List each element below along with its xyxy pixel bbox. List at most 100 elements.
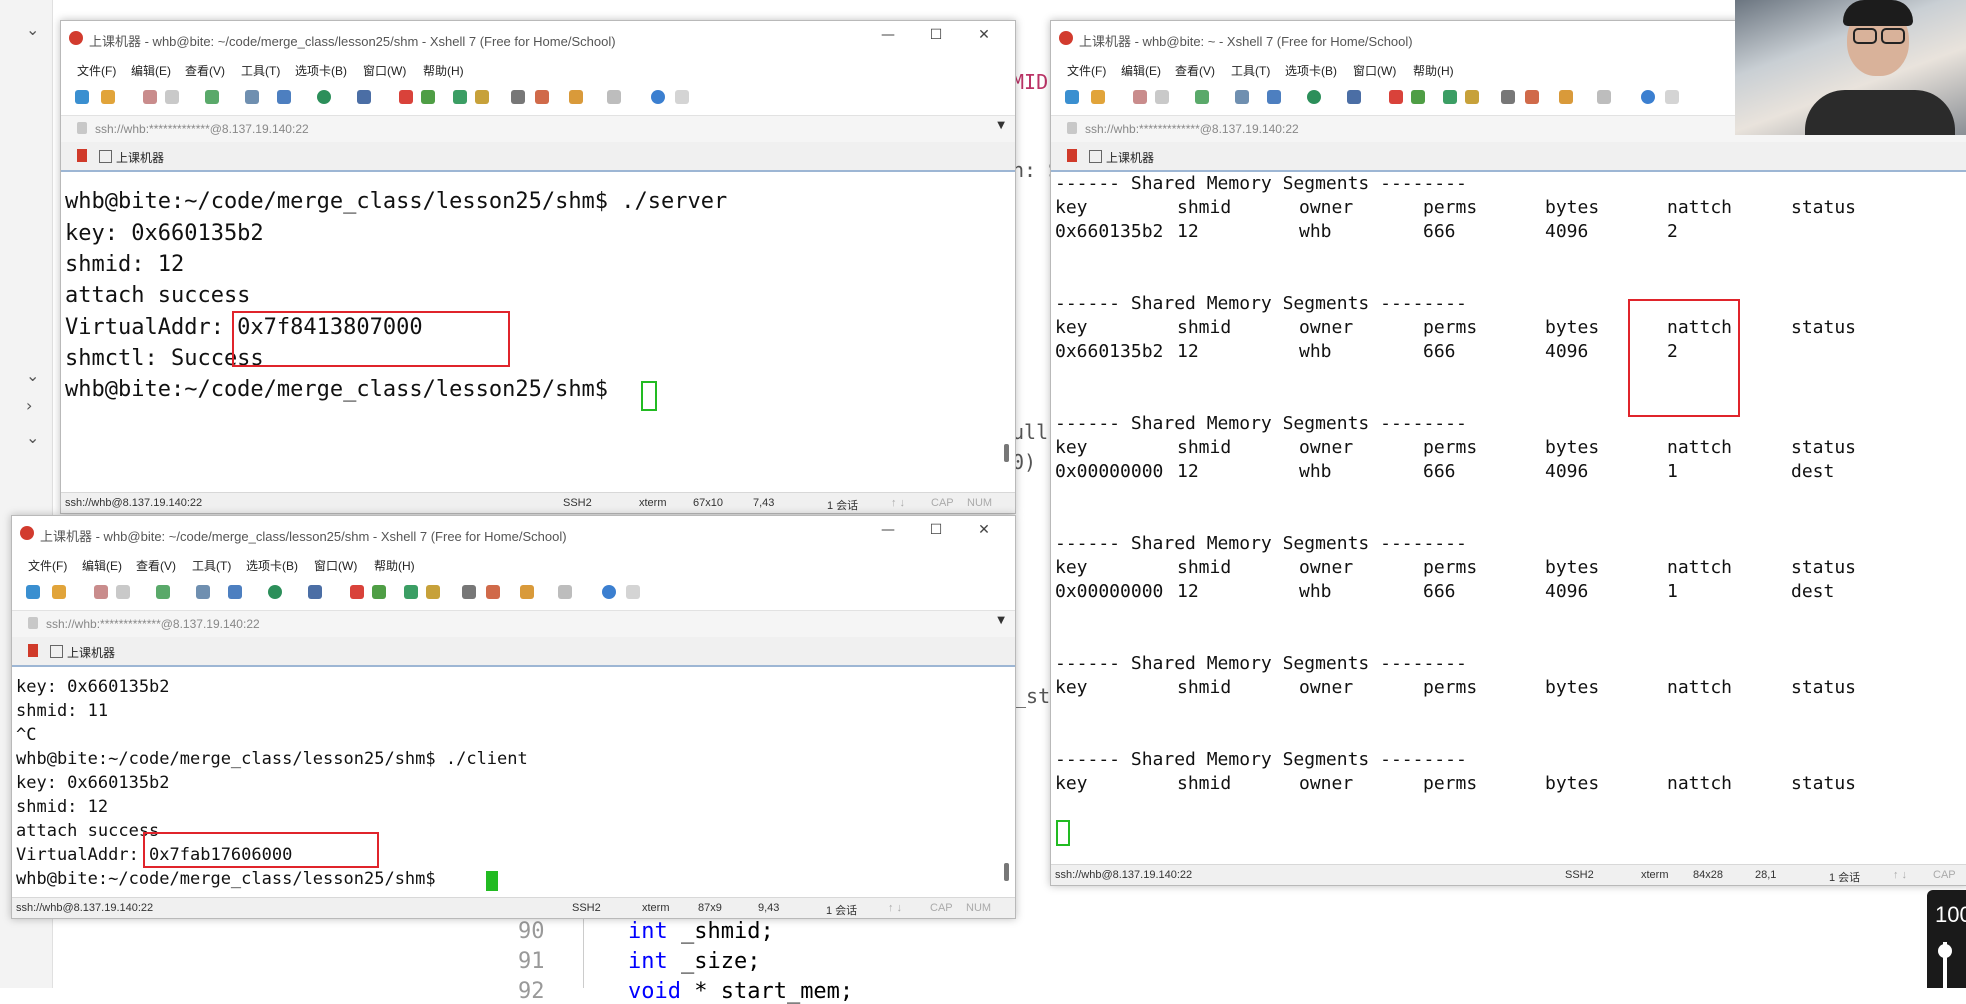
menu-item-edit[interactable]: 编辑(E) bbox=[1121, 62, 1161, 79]
xftp-icon[interactable] bbox=[399, 90, 413, 104]
font-icon[interactable] bbox=[1347, 90, 1361, 104]
highlight-icon[interactable] bbox=[486, 585, 500, 599]
chevron-right-icon[interactable]: › bbox=[26, 396, 32, 415]
font-icon[interactable] bbox=[308, 585, 322, 599]
menu-item-file[interactable]: 文件(F) bbox=[1067, 62, 1106, 79]
status-sessions[interactable]: 1 会话 bbox=[827, 497, 858, 513]
layout-icon[interactable] bbox=[1597, 90, 1611, 104]
terminal-output[interactable]: whb@bite:~/code/merge_class/lesson25/shm… bbox=[61, 172, 1015, 491]
open-folder-icon[interactable] bbox=[101, 90, 115, 104]
highlight-icon[interactable] bbox=[535, 90, 549, 104]
highlight-icon[interactable] bbox=[1525, 90, 1539, 104]
help-icon[interactable] bbox=[602, 585, 616, 599]
tab-session[interactable]: 上课机器 bbox=[50, 644, 115, 661]
menu-item-window[interactable]: 窗口(W) bbox=[363, 62, 406, 79]
find-icon[interactable] bbox=[196, 585, 210, 599]
script-icon[interactable] bbox=[1411, 90, 1425, 104]
terminal-output[interactable]: key: 0x660135b2 shmid: 11 ^C whb@bite:~/… bbox=[12, 667, 1015, 896]
transfer-icon[interactable] bbox=[277, 90, 291, 104]
menu-item-window[interactable]: 窗口(W) bbox=[1353, 62, 1396, 79]
reconnect-icon[interactable] bbox=[1195, 90, 1209, 104]
fullscreen-icon[interactable] bbox=[453, 90, 467, 104]
menu-item-tabs[interactable]: 选项卡(B) bbox=[1285, 62, 1337, 79]
menu-item-view[interactable]: 查看(V) bbox=[136, 557, 176, 574]
transfer-icon[interactable] bbox=[228, 585, 242, 599]
chevron-down-icon[interactable]: ▼ bbox=[997, 120, 1005, 131]
scrollbar-thumb[interactable] bbox=[1004, 444, 1009, 462]
maximize-icon[interactable]: ☐ bbox=[923, 27, 949, 51]
menu-item-tools[interactable]: 工具(T) bbox=[1231, 62, 1270, 79]
minimize-icon[interactable]: — bbox=[875, 522, 901, 546]
disconnect-icon[interactable] bbox=[165, 90, 179, 104]
reconnect-icon[interactable] bbox=[156, 585, 170, 599]
xftp-icon[interactable] bbox=[1389, 90, 1403, 104]
menu-item-help[interactable]: 帮助(H) bbox=[423, 62, 464, 79]
close-icon[interactable]: ✕ bbox=[971, 27, 997, 51]
minimize-icon[interactable]: — bbox=[875, 27, 901, 51]
chevron-down-icon[interactable]: ▼ bbox=[997, 615, 1005, 626]
keyboard-icon[interactable] bbox=[462, 585, 476, 599]
menu-item-tools[interactable]: 工具(T) bbox=[241, 62, 280, 79]
status-sessions[interactable]: 1 会话 bbox=[826, 902, 857, 918]
menu-item-help[interactable]: 帮助(H) bbox=[374, 557, 415, 574]
open-folder-icon[interactable] bbox=[52, 585, 66, 599]
layout-icon[interactable] bbox=[607, 90, 621, 104]
session-address[interactable]: ssh://whb:*************@8.137.19.140:22 bbox=[46, 617, 260, 631]
fullscreen-icon[interactable] bbox=[404, 585, 418, 599]
new-session-icon[interactable] bbox=[1065, 90, 1079, 104]
menu-item-edit[interactable]: 编辑(E) bbox=[131, 62, 171, 79]
find-icon[interactable] bbox=[245, 90, 259, 104]
chat-icon[interactable] bbox=[626, 585, 640, 599]
lock-icon[interactable] bbox=[1465, 90, 1479, 104]
connect-icon[interactable] bbox=[94, 585, 108, 599]
keyboard-icon[interactable] bbox=[511, 90, 525, 104]
globe-icon[interactable] bbox=[268, 585, 282, 599]
script-icon[interactable] bbox=[372, 585, 386, 599]
tab-session[interactable]: 上课机器 bbox=[99, 149, 164, 166]
help-icon[interactable] bbox=[1641, 90, 1655, 104]
menu-item-view[interactable]: 查看(V) bbox=[185, 62, 225, 79]
keyboard-icon[interactable] bbox=[1501, 90, 1515, 104]
menu-item-tools[interactable]: 工具(T) bbox=[192, 557, 231, 574]
maximize-icon[interactable]: ☐ bbox=[923, 522, 949, 546]
session-address[interactable]: ssh://whb:*************@8.137.19.140:22 bbox=[95, 122, 309, 136]
disconnect-icon[interactable] bbox=[116, 585, 130, 599]
menu-item-tabs[interactable]: 选项卡(B) bbox=[295, 62, 347, 79]
layout-icon[interactable] bbox=[558, 585, 572, 599]
compose-icon[interactable] bbox=[520, 585, 534, 599]
chat-icon[interactable] bbox=[1665, 90, 1679, 104]
volume-slider-thumb[interactable] bbox=[1938, 944, 1952, 958]
menu-item-tabs[interactable]: 选项卡(B) bbox=[246, 557, 298, 574]
chevron-down-icon[interactable]: ⌄ bbox=[26, 428, 39, 447]
close-icon[interactable]: ✕ bbox=[971, 522, 997, 546]
reconnect-icon[interactable] bbox=[205, 90, 219, 104]
menu-item-help[interactable]: 帮助(H) bbox=[1413, 62, 1454, 79]
menu-item-file[interactable]: 文件(F) bbox=[28, 557, 67, 574]
compose-icon[interactable] bbox=[569, 90, 583, 104]
scrollbar-thumb[interactable] bbox=[1004, 863, 1009, 881]
script-icon[interactable] bbox=[421, 90, 435, 104]
menu-item-edit[interactable]: 编辑(E) bbox=[82, 557, 122, 574]
lock-icon[interactable] bbox=[475, 90, 489, 104]
new-session-icon[interactable] bbox=[26, 585, 40, 599]
font-icon[interactable] bbox=[357, 90, 371, 104]
find-icon[interactable] bbox=[1235, 90, 1249, 104]
fullscreen-icon[interactable] bbox=[1443, 90, 1457, 104]
menu-item-window[interactable]: 窗口(W) bbox=[314, 557, 357, 574]
transfer-icon[interactable] bbox=[1267, 90, 1281, 104]
new-session-icon[interactable] bbox=[75, 90, 89, 104]
chevron-down-icon[interactable]: ⌄ bbox=[26, 366, 39, 385]
chat-icon[interactable] bbox=[675, 90, 689, 104]
pin-icon[interactable] bbox=[77, 149, 87, 162]
connect-icon[interactable] bbox=[143, 90, 157, 104]
globe-icon[interactable] bbox=[317, 90, 331, 104]
menu-item-view[interactable]: 查看(V) bbox=[1175, 62, 1215, 79]
session-address[interactable]: ssh://whb:*************@8.137.19.140:22 bbox=[1085, 122, 1299, 136]
status-sessions[interactable]: 1 会话 bbox=[1829, 869, 1860, 885]
lock-icon[interactable] bbox=[426, 585, 440, 599]
disconnect-icon[interactable] bbox=[1155, 90, 1169, 104]
tab-session[interactable]: 上课机器 bbox=[1089, 149, 1154, 166]
pin-icon[interactable] bbox=[1067, 149, 1077, 162]
help-icon[interactable] bbox=[651, 90, 665, 104]
connect-icon[interactable] bbox=[1133, 90, 1147, 104]
